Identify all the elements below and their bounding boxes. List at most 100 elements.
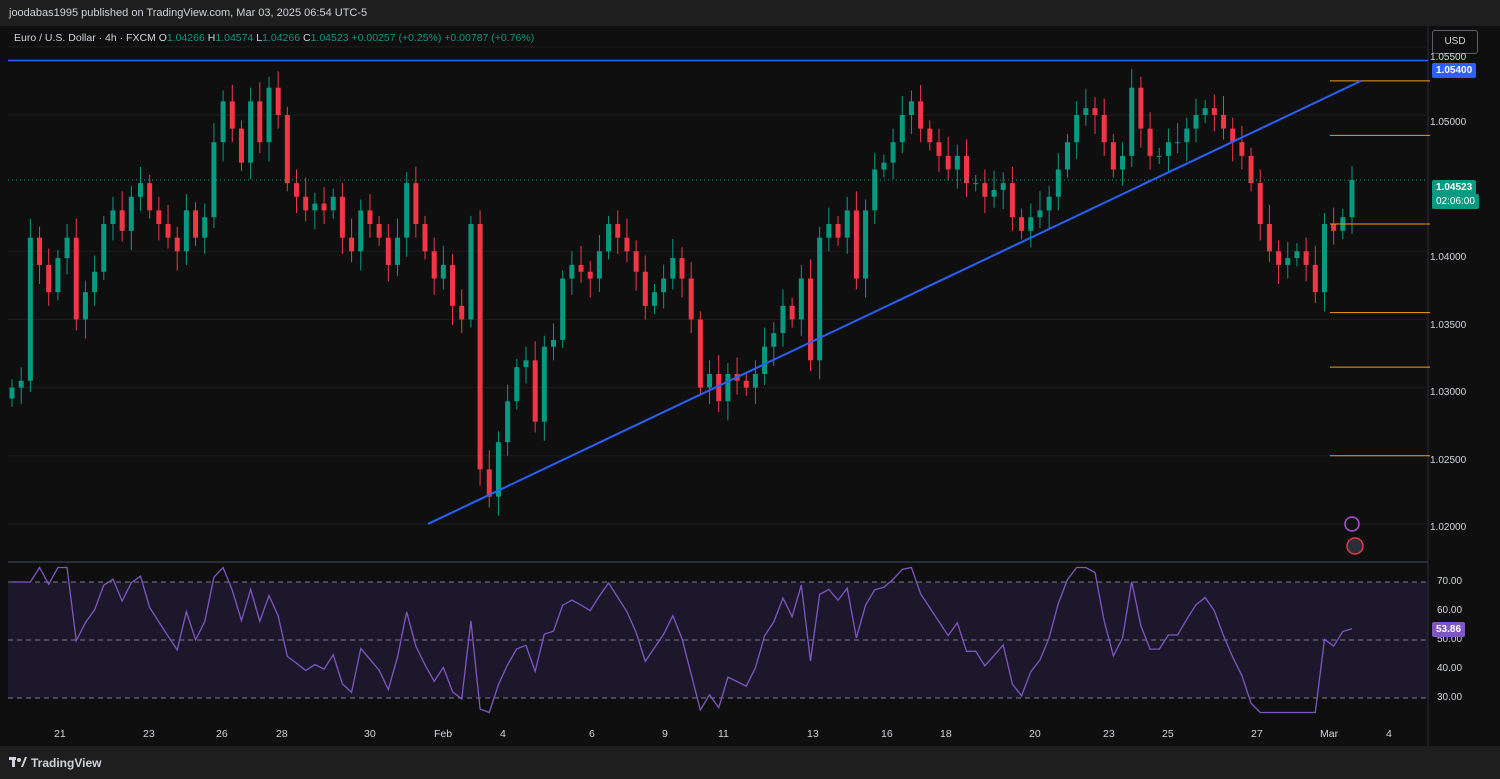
candle-body [853, 210, 859, 279]
candle-body [404, 183, 410, 238]
candle-body [606, 224, 612, 252]
candle-body [707, 373, 713, 388]
date-label: 23 [143, 728, 155, 740]
tradingview-logo[interactable]: TradingView [9, 756, 101, 770]
candle-body [771, 333, 777, 347]
candle-body [55, 258, 61, 293]
date-label: 26 [216, 728, 228, 740]
candle-body [523, 360, 529, 368]
candle-body [1037, 210, 1043, 218]
candle-body [385, 237, 391, 265]
date-label: 4 [500, 728, 506, 740]
candle-body [1266, 224, 1272, 252]
date-label: Feb [434, 728, 453, 740]
candle-body [303, 196, 309, 211]
price-label: 1.05000 [1430, 117, 1467, 128]
candle-body [679, 258, 685, 279]
candle-body [82, 292, 88, 320]
rsi-axis-label: 30.00 [1437, 692, 1463, 703]
candle-body [1193, 114, 1199, 129]
candle-body [275, 87, 281, 115]
current-price-tag: 1.04523 [1432, 180, 1477, 195]
candle-body [92, 271, 98, 293]
candle-body [1147, 128, 1153, 156]
candle-body [1257, 183, 1263, 225]
candle-body [266, 87, 272, 143]
candle-body [46, 264, 52, 293]
date-label: 20 [1029, 728, 1041, 740]
date-label: 23 [1103, 728, 1115, 740]
close-value: 1.04523 [310, 32, 349, 44]
candle-body [1221, 114, 1227, 129]
candle-body [1129, 87, 1135, 156]
candle-body [899, 114, 905, 143]
candle-body [697, 319, 703, 388]
date-label: 13 [807, 728, 819, 740]
candle-body [440, 264, 446, 279]
candle-body [321, 203, 327, 211]
events-icon [1346, 537, 1364, 555]
candle-body [1202, 108, 1208, 115]
candle-body [1276, 251, 1282, 265]
candle-body [119, 210, 125, 231]
candle-body [376, 224, 382, 238]
close-label: C [302, 32, 311, 44]
candle-body [495, 442, 501, 497]
candle-body [835, 224, 841, 238]
candle-body [789, 305, 795, 320]
candle-body [651, 292, 657, 306]
candlestick-chart[interactable] [0, 0, 1500, 779]
candle-body [459, 305, 465, 320]
candle-body [798, 278, 804, 320]
candle-body [37, 237, 43, 265]
date-label: 25 [1162, 728, 1174, 740]
candle-body [615, 224, 621, 238]
candle-body [936, 142, 942, 156]
candle-body [1064, 142, 1070, 170]
candle-body [1009, 183, 1015, 218]
date-label: 30 [364, 728, 376, 740]
candle-body [330, 196, 336, 211]
candle-body [477, 224, 483, 470]
candle-body [349, 237, 355, 252]
candle-body [202, 217, 208, 238]
date-label: 18 [940, 728, 952, 740]
candle-body [688, 278, 694, 320]
candle-body [9, 387, 15, 399]
symbol-legend[interactable]: Euro / U.S. Dollar · 4h · FXCM O1.04266 … [14, 32, 534, 44]
candle-body [762, 346, 768, 374]
candle-body [807, 278, 813, 361]
candle-body [1165, 142, 1171, 156]
candle-body [1028, 217, 1034, 231]
candle-body [918, 101, 924, 129]
candle-body [844, 210, 850, 238]
price-label: 1.03000 [1430, 387, 1467, 398]
candle-body [1046, 196, 1052, 211]
candle-body [220, 101, 226, 143]
candle-body [294, 183, 300, 197]
candle-body [193, 210, 199, 238]
candle-body [780, 305, 786, 334]
symbol-name[interactable]: Euro / U.S. Dollar · 4h · FXCM [14, 32, 156, 44]
date-label: 16 [881, 728, 893, 740]
candle-body [73, 237, 79, 320]
candle-body [1303, 251, 1309, 265]
candle-body [1294, 251, 1300, 259]
candle-body [431, 251, 437, 279]
candle-body [578, 264, 584, 272]
candle-body [137, 183, 143, 197]
candle-body [27, 237, 33, 381]
candle-body [908, 101, 914, 115]
candle-body [560, 278, 566, 340]
candle-body [367, 210, 373, 225]
candle-body [1175, 142, 1181, 144]
currency-button[interactable]: USD [1432, 30, 1478, 54]
date-label: 9 [662, 728, 668, 740]
candle-body [817, 237, 823, 361]
candle-body [147, 183, 153, 211]
candle-body [890, 142, 896, 163]
candle-body [339, 196, 345, 238]
rsi-current-tag: 53.86 [1432, 622, 1466, 637]
candle-body [394, 237, 400, 265]
candle-body [312, 203, 318, 211]
